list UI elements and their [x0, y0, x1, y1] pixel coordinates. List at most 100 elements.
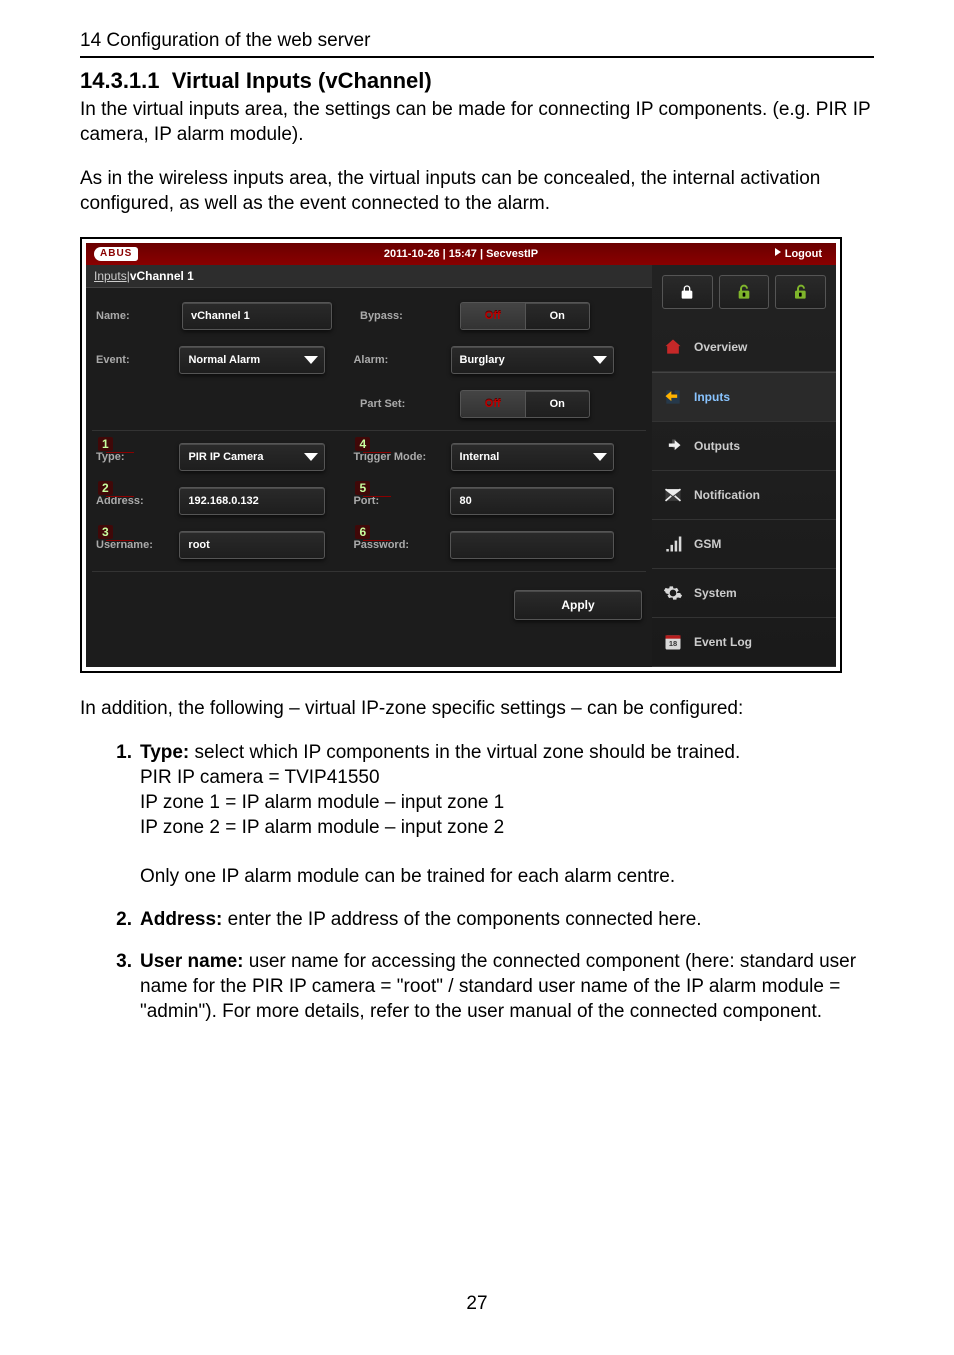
list-sub: PIR IP camera = TVIP41550	[140, 767, 380, 788]
label-alarm: Alarm:	[353, 354, 450, 366]
section-title: Virtual Inputs (vChannel)	[172, 68, 432, 93]
nav-gsm[interactable]: GSM	[652, 520, 836, 569]
nav-inputs[interactable]: Inputs	[652, 372, 836, 422]
label-partset: Part Set:	[360, 398, 460, 410]
breadcrumb-inputs[interactable]: Inputs	[94, 269, 127, 283]
bypass-toggle-on[interactable]: On	[526, 303, 590, 329]
trigger-select[interactable]: Internal	[451, 443, 614, 471]
label-port: 5 Port:	[353, 495, 450, 507]
svg-text:18: 18	[669, 639, 677, 648]
signal-icon	[662, 534, 684, 554]
list-num: 3.	[108, 950, 132, 975]
list-num: 2.	[108, 908, 132, 933]
partset-toggle-off[interactable]: Off	[461, 391, 526, 417]
input-icon	[662, 387, 684, 407]
callout-line	[363, 540, 391, 541]
list-text: select which IP components in the virtua…	[189, 742, 740, 763]
partset-toggle[interactable]: Off On	[460, 390, 590, 418]
nav-eventlog[interactable]: 18 Event Log	[652, 618, 836, 667]
list-lead: Address:	[140, 909, 222, 930]
callout-line	[106, 540, 134, 541]
page-number: 27	[0, 1293, 954, 1315]
top-bar-title: 2011-10-26 | 15:47 | SecvestIP	[86, 248, 836, 260]
list-text: user name for accessing the connected co…	[140, 951, 856, 1021]
label-type: 1 Type:	[96, 451, 179, 463]
callout-line	[363, 496, 391, 497]
event-select-value: Normal Alarm	[188, 354, 260, 366]
arm-lock-closed-button[interactable]	[662, 275, 713, 309]
callout-3: 3	[98, 525, 113, 539]
nav-label: Overview	[694, 340, 826, 354]
nav-label: System	[694, 586, 826, 600]
nav-notification[interactable]: Notification	[652, 471, 836, 520]
list-lead: User name:	[140, 951, 244, 972]
lock-partial-icon	[736, 283, 752, 301]
nav-system[interactable]: System	[652, 569, 836, 618]
output-icon	[662, 436, 684, 456]
callout-2: 2	[98, 481, 113, 495]
apply-button[interactable]: Apply	[514, 590, 642, 620]
callout-5: 5	[355, 481, 370, 495]
nav-label: Inputs	[694, 390, 826, 404]
partset-toggle-on[interactable]: On	[526, 391, 590, 417]
callout-6: 6	[355, 525, 370, 539]
list-item-2: 2. Address: enter the IP address of the …	[108, 908, 874, 951]
arm-partset-button[interactable]	[719, 275, 770, 309]
chevron-down-icon	[593, 453, 607, 461]
list-item-1: 1. Type: select which IP components in t…	[108, 741, 874, 907]
alarm-select-value: Burglary	[460, 354, 505, 366]
label-bypass: Bypass:	[360, 310, 460, 322]
para-2: As in the wireless inputs area, the virt…	[80, 167, 874, 216]
bypass-toggle[interactable]: Off On	[460, 302, 590, 330]
breadcrumb: Inputs | vChannel 1	[86, 265, 652, 288]
label-username: 3 Username:	[96, 539, 179, 551]
gear-icon	[662, 583, 684, 603]
list-item-3: 3. User name: user name for accessing th…	[108, 950, 874, 1042]
list-text: enter the IP address of the components c…	[222, 909, 701, 930]
section-heading: 14.3.1.1 Virtual Inputs (vChannel)	[80, 68, 874, 94]
section-number: 14.3.1.1	[80, 68, 160, 93]
type-select[interactable]: PIR IP Camera	[179, 443, 325, 471]
callout-line	[363, 452, 391, 453]
list-sub: IP zone 1 = IP alarm module – input zone…	[140, 792, 504, 813]
para-3: In addition, the following – virtual IP-…	[80, 697, 874, 722]
divider	[92, 430, 646, 431]
type-select-value: PIR IP Camera	[188, 451, 263, 463]
arm-lock-open-button[interactable]	[775, 275, 826, 309]
password-input[interactable]	[450, 531, 614, 559]
callout-line	[106, 452, 134, 453]
username-input[interactable]: root	[179, 531, 325, 559]
top-bar: ABUS 2011-10-26 | 15:47 | SecvestIP Logo…	[86, 243, 836, 265]
nav-label: GSM	[694, 537, 826, 551]
nav-outputs[interactable]: Outputs	[652, 422, 836, 471]
callout-line	[106, 496, 134, 497]
screenshot: ABUS 2011-10-26 | 15:47 | SecvestIP Logo…	[80, 237, 842, 673]
chevron-down-icon	[304, 356, 318, 364]
label-address: 2 Address:	[96, 495, 179, 507]
list-sub: IP zone 2 = IP alarm module – input zone…	[140, 817, 504, 838]
list-lead: Type:	[140, 742, 189, 763]
list-sub: Only one IP alarm module can be trained …	[140, 866, 675, 887]
event-select[interactable]: Normal Alarm	[179, 346, 325, 374]
bypass-toggle-off[interactable]: Off	[461, 303, 526, 329]
calendar-icon: 18	[662, 632, 684, 652]
label-trigger: 4 Trigger Mode:	[353, 451, 450, 463]
port-input[interactable]: 80	[450, 487, 614, 515]
chevron-down-icon	[304, 453, 318, 461]
callout-4: 4	[355, 437, 370, 451]
mail-icon	[662, 485, 684, 505]
nav-overview[interactable]: Overview	[652, 323, 836, 372]
list-num: 1.	[108, 741, 132, 766]
breadcrumb-current: vChannel 1	[130, 269, 194, 283]
nav-label: Outputs	[694, 439, 826, 453]
label-name: Name:	[96, 310, 182, 322]
home-icon	[662, 337, 684, 357]
trigger-select-value: Internal	[460, 451, 500, 463]
address-input[interactable]: 192.168.0.132	[179, 487, 325, 515]
label-password: 6 Password:	[353, 539, 450, 551]
alarm-select[interactable]: Burglary	[451, 346, 614, 374]
nav-label: Event Log	[694, 635, 826, 649]
name-input[interactable]: vChannel 1	[182, 302, 332, 330]
divider	[92, 571, 646, 572]
callout-1: 1	[98, 437, 113, 451]
